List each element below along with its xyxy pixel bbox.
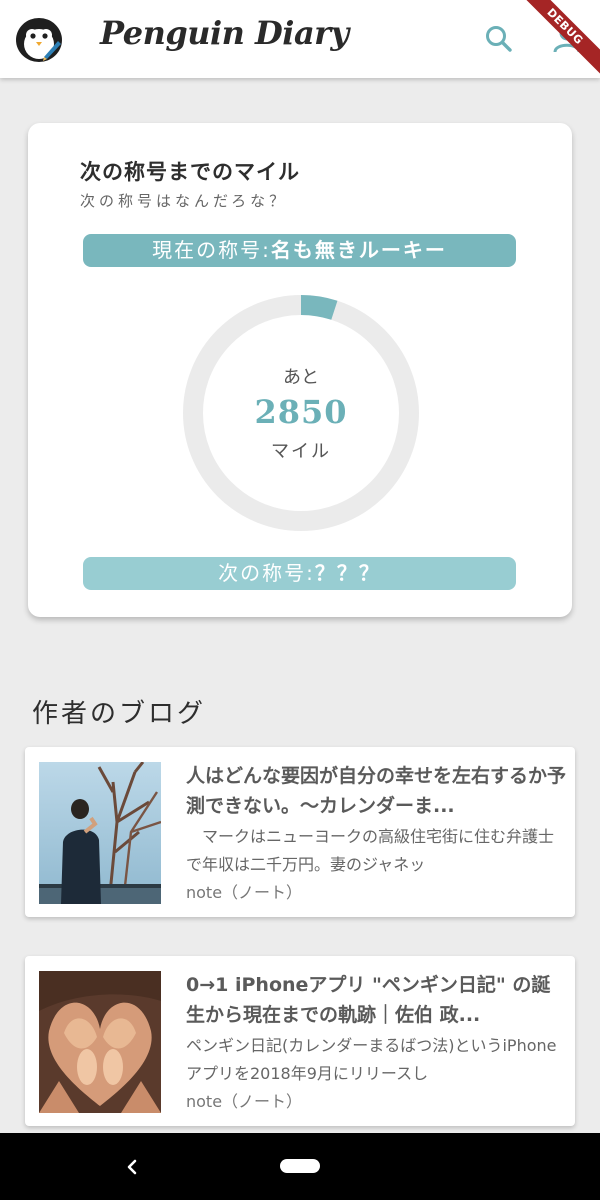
man-by-lake-photo: [39, 761, 162, 905]
mileage-card: 次の称号までのマイル 次の称号はなんだろな？ 現在の称号:名も無きルーキー あと…: [28, 123, 572, 617]
blog-post-card[interactable]: 0→1 iPhoneアプリ "ペンギン日記" の誕生から現在までの軌跡｜佐伯 政…: [25, 956, 575, 1126]
blog-post-title: 人はどんな要因が自分の幸せを左右するか予測できない。〜カレンダーま...: [186, 765, 566, 817]
blog-post-excerpt: マークはニューヨークの高級住宅街に住む弁護士で年収は二千万円。妻のジャネッ: [186, 827, 555, 874]
debug-label: DEBUG: [513, 0, 600, 79]
remaining-miles-unit: マイル: [271, 441, 331, 462]
home-pill-icon[interactable]: [280, 1159, 320, 1173]
next-title-value: ？？？: [314, 561, 381, 585]
remaining-prefix: あと: [283, 367, 319, 388]
blog-post-source: note（ノート）: [186, 883, 303, 902]
next-title-label: 次の称号:: [218, 561, 315, 585]
blog-post-card[interactable]: 人はどんな要因が自分の幸せを左右するか予測できない。〜カレンダーま... マーク…: [25, 747, 575, 917]
app-bar: Penguin Diary DEBUG: [0, 0, 600, 79]
blog-section-title: 作者のブログ: [32, 699, 207, 729]
back-icon[interactable]: [120, 1155, 144, 1179]
penguin-logo-icon[interactable]: [14, 13, 64, 63]
mileage-card-subtitle: 次の称号はなんだろな？: [80, 192, 289, 210]
blog-post-excerpt: ペンギン日記(カレンダーまるばつ法)というiPhoneアプリを2018年9月にリ…: [186, 1036, 557, 1083]
app-title: Penguin Diary: [100, 14, 349, 52]
debug-banner: DEBUG: [510, 0, 600, 90]
blog-post-source: note（ノート）: [186, 1092, 303, 1111]
next-title-pill: 次の称号:？？？: [83, 557, 516, 590]
blog-post-title: 0→1 iPhoneアプリ "ペンギン日記" の誕生から現在までの軌跡｜佐伯 政…: [186, 974, 551, 1026]
current-title-value: 名も無きルーキー: [270, 238, 447, 262]
hands-heart-photo: [39, 971, 161, 1113]
mileage-card-title: 次の称号までのマイル: [80, 160, 300, 184]
system-navigation-bar: [0, 1133, 600, 1200]
remaining-miles-value: 2850: [254, 393, 348, 431]
current-title-label: 現在の称号:: [152, 238, 271, 262]
current-title-pill: 現在の称号:名も無きルーキー: [83, 234, 516, 267]
